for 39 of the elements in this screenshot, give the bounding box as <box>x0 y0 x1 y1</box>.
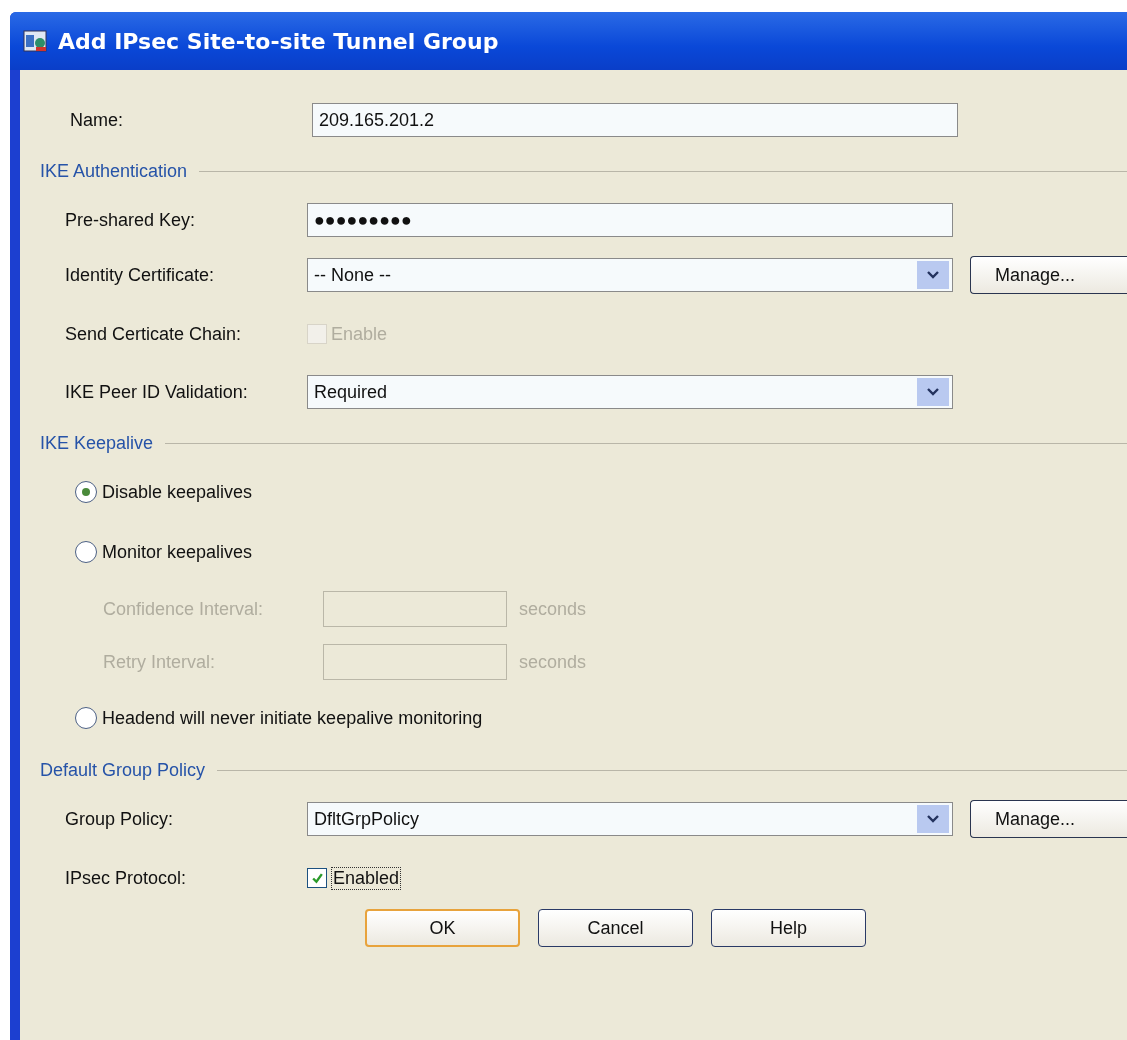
field-label: Pre-shared Key: <box>64 209 197 231</box>
checkbox-label: Enable <box>331 323 388 345</box>
dropdown-value: -- None -- <box>314 264 391 286</box>
dropdown-field[interactable]: Required <box>307 375 953 409</box>
dialog-button[interactable]: Help <box>711 909 866 947</box>
password-field[interactable]: ●●●●●●●●● <box>307 203 953 237</box>
manage-button[interactable]: Manage... <box>970 800 1127 838</box>
manage-button[interactable]: Manage... <box>970 256 1127 294</box>
field-label: Retry Interval: <box>103 651 217 673</box>
field-label: Send Certicate Chain: <box>64 323 243 345</box>
field-label: Identity Certificate: <box>64 264 216 286</box>
name-field[interactable]: 209.165.201.2 <box>312 103 958 137</box>
radio-label: Headend will never initiate keepalive monitoring <box>102 707 483 729</box>
field-label: IKE Peer ID Validation: <box>64 381 249 403</box>
field-label: Group Policy: <box>64 808 175 830</box>
window-title: Add IPsec Site-to-site Tunnel Group <box>58 28 499 54</box>
radio-label: Monitor keepalives <box>102 541 253 563</box>
field-label: Name: <box>69 109 124 131</box>
section-title: IKE Keepalive <box>40 433 154 454</box>
app-icon <box>22 27 50 55</box>
checkbox-label: Enabled <box>331 866 402 890</box>
unit-label: seconds <box>519 598 587 620</box>
radio-button[interactable] <box>75 481 97 503</box>
unit-label: seconds <box>519 651 587 673</box>
field-label: Confidence Interval: <box>103 598 265 620</box>
field-label: IPsec Protocol: <box>64 867 188 889</box>
radio-button[interactable] <box>75 541 97 563</box>
radio-label: Disable keepalives <box>102 481 253 503</box>
dropdown-value: DfltGrpPolicy <box>314 808 420 830</box>
checkmark-icon <box>310 871 324 885</box>
checkbox[interactable] <box>307 868 327 888</box>
dialog-button[interactable]: OK <box>365 909 520 947</box>
dropdown-field[interactable]: DfltGrpPolicy <box>307 802 953 836</box>
section-title: IKE Authentication <box>40 161 188 182</box>
dropdown-field[interactable]: -- None -- <box>307 258 953 292</box>
radio-button[interactable] <box>75 707 97 729</box>
dialog-button[interactable]: Cancel <box>538 909 693 947</box>
dropdown-value: Required <box>314 381 388 403</box>
section-title: Default Group Policy <box>40 760 206 781</box>
